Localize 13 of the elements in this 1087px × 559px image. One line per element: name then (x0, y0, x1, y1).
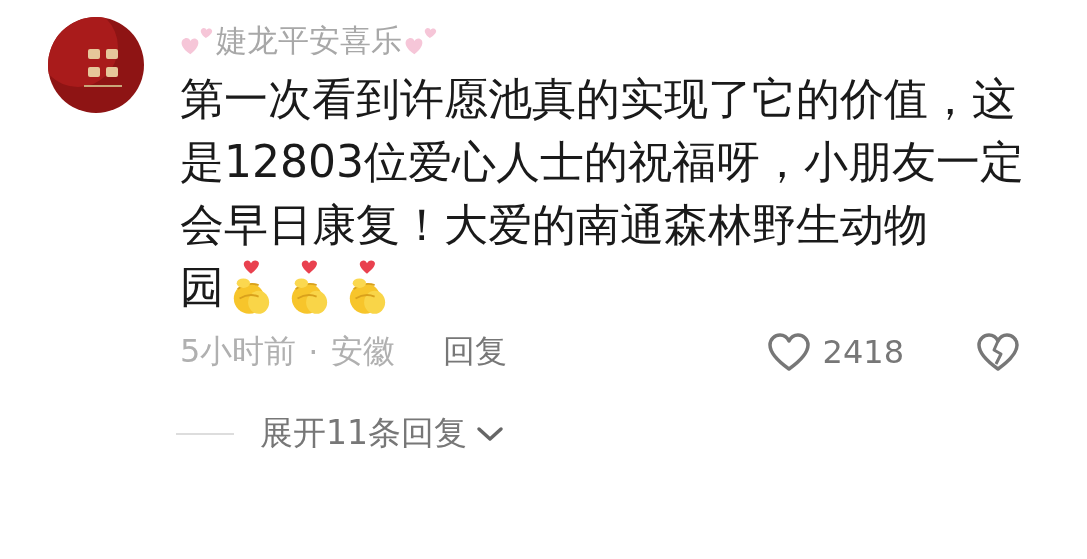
broken-heart-icon[interactable] (976, 332, 1020, 372)
author-name[interactable]: 婕龙平安喜乐 (216, 20, 402, 62)
expand-replies-button[interactable]: 展开11条回复 (260, 411, 505, 456)
separator-dot: · (308, 333, 319, 371)
like-icon[interactable] (766, 332, 811, 372)
comment-text: 第一次看到许愿池真的实现了它的价值，这是12803位爱心人士的祝福呀，小朋友一定会早日康复！大爱的南通森林野生动物 (180, 72, 1025, 252)
comment-location: 安徽 (330, 331, 395, 372)
comment-text-end: 园 (180, 260, 224, 314)
reply-button[interactable]: 回复 (442, 330, 507, 374)
comment-time: 5小时前 (180, 331, 297, 372)
like-count: 2418 (822, 333, 904, 371)
hearts-icon (180, 26, 214, 56)
hearts-icon (404, 26, 438, 56)
